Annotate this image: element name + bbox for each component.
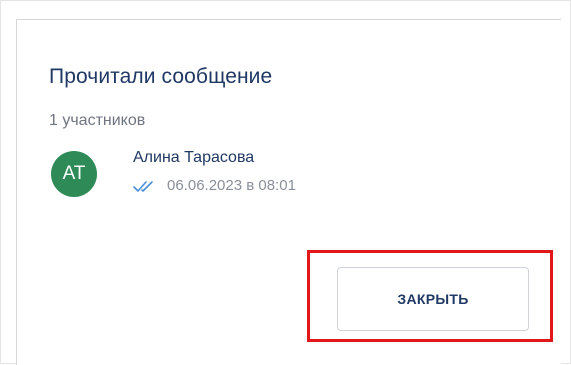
participants-count: 1 участников [49,112,146,129]
double-check-icon [133,179,155,193]
read-timestamp: 06.06.2023 в 08:01 [167,177,296,194]
screenshot-frame: Прочитали сообщение 1 участников АТ Алин… [0,0,571,365]
close-button[interactable]: ЗАКРЫТЬ [337,267,529,331]
avatar: АТ [51,151,97,197]
dialog-title: Прочитали сообщение [49,65,273,88]
participant-name: Алина Тарасова [133,149,255,166]
read-status-row: 06.06.2023 в 08:01 [133,177,296,194]
